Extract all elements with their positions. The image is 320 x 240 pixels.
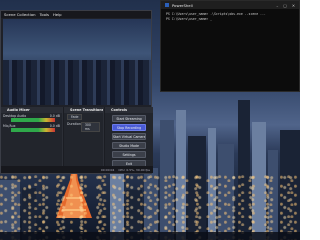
audio-mixer-dock: Audio Mixer Desktop Audio 0.0 dB Mic/Aux… bbox=[1, 107, 63, 167]
mixer-channel-mic[interactable]: Mic/Aux 0.0 dB bbox=[1, 123, 62, 133]
recording-time: 00:00:04 bbox=[100, 167, 115, 172]
obs-status-bar: 00:00:04 CPU: 0.5%, 30.00 fps bbox=[1, 166, 153, 173]
controls-title: Controls bbox=[105, 107, 153, 113]
powershell-window[interactable]: PowerShell – ▢ ✕ PS C:\Users\user_name> … bbox=[160, 0, 300, 92]
scene-transitions-title: Scene Transitions bbox=[64, 107, 103, 113]
duration-input[interactable]: 300 ms bbox=[80, 122, 100, 132]
powershell-title: PowerShell bbox=[172, 2, 193, 8]
maximize-icon[interactable]: ▢ bbox=[283, 3, 287, 8]
menu-scene-collection[interactable]: Scene Collection bbox=[4, 12, 36, 17]
obs-preview[interactable] bbox=[3, 19, 151, 105]
menu-help[interactable]: Help bbox=[53, 12, 62, 17]
controls-dock: Controls Start Streaming Stop Recording … bbox=[105, 107, 153, 167]
obs-docks: Audio Mixer Desktop Audio 0.0 dB Mic/Aux… bbox=[1, 107, 153, 167]
transition-select[interactable]: Fade bbox=[67, 114, 83, 120]
mixer-channel-desktop[interactable]: Desktop Audio 0.0 dB bbox=[1, 113, 62, 123]
obs-window[interactable]: Scene Collection Tools Help Audio Mixer … bbox=[0, 10, 153, 174]
start-streaming-button[interactable]: Start Streaming bbox=[112, 115, 146, 122]
powershell-titlebar: PowerShell – ▢ ✕ bbox=[161, 1, 299, 9]
volume-meter bbox=[11, 118, 55, 122]
minimize-icon[interactable]: – bbox=[276, 3, 278, 8]
settings-button[interactable]: Settings bbox=[112, 151, 146, 158]
powershell-console[interactable]: PS C:\Users\user_name> .\Scripts\obs.exe… bbox=[161, 9, 299, 25]
volume-meter bbox=[11, 128, 55, 132]
close-icon[interactable]: ✕ bbox=[292, 3, 295, 8]
stop-recording-button[interactable]: Stop Recording bbox=[112, 124, 146, 131]
cpu-status: CPU: 0.5%, 30.00 fps bbox=[118, 167, 150, 172]
obs-menubar: Scene Collection Tools Help bbox=[1, 11, 151, 18]
taskbar bbox=[0, 232, 300, 240]
menu-tools[interactable]: Tools bbox=[40, 12, 49, 17]
start-virtual-camera-button[interactable]: Start Virtual Camera bbox=[112, 133, 146, 140]
scene-transitions-dock: Scene Transitions Fade Duration 300 ms bbox=[64, 107, 104, 167]
console-line: PS C:\Users\user_name> _ bbox=[166, 17, 213, 21]
duration-label: Duration bbox=[67, 122, 81, 126]
powershell-icon bbox=[165, 3, 169, 7]
studio-mode-button[interactable]: Studio Mode bbox=[112, 142, 146, 149]
